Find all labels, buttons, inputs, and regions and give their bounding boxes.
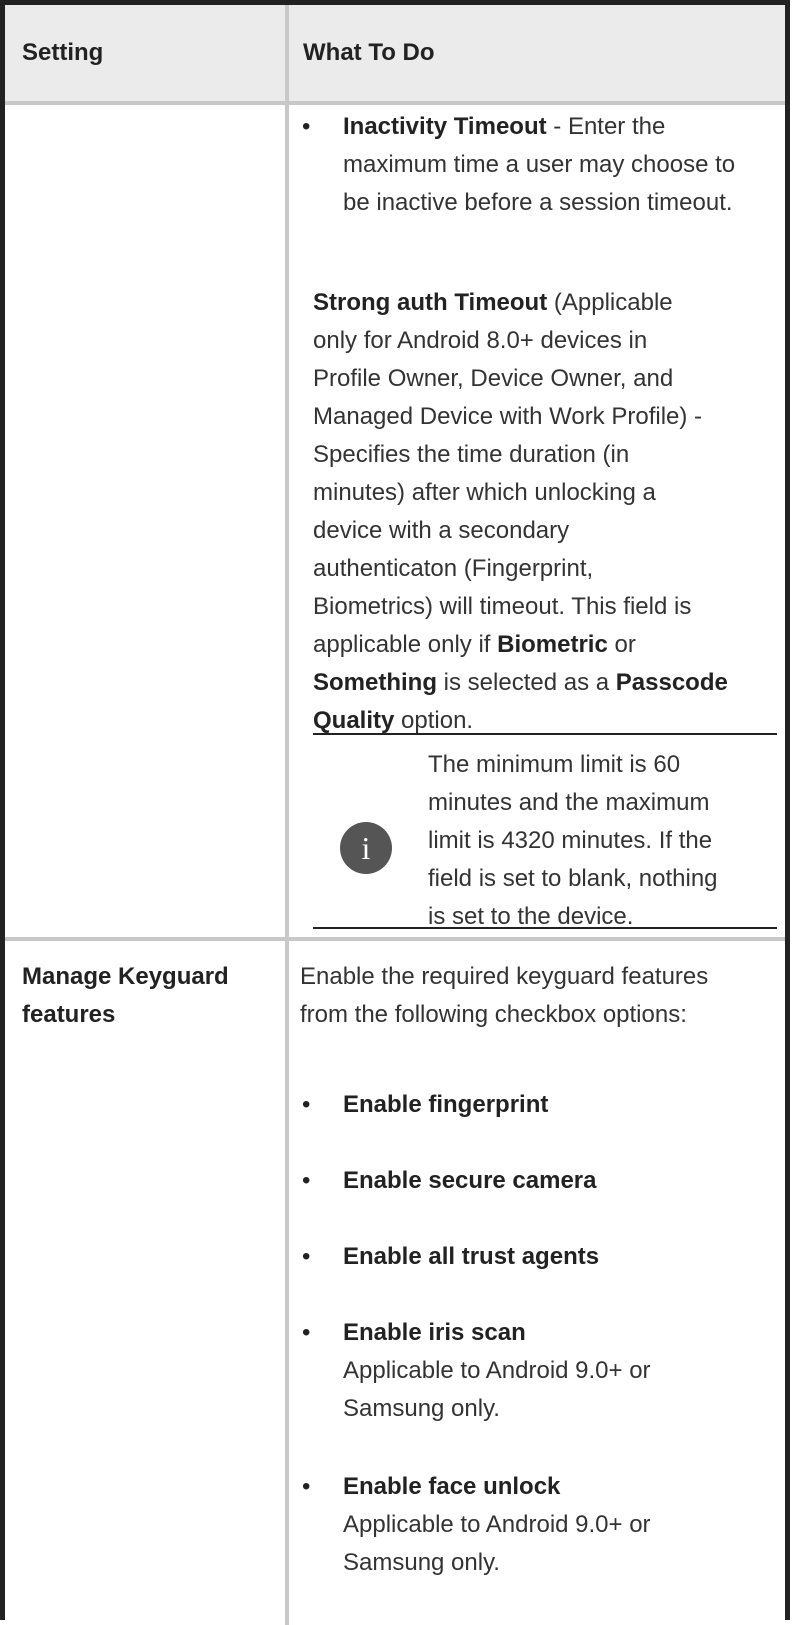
list-item: Enable secure camera xyxy=(343,1167,597,1194)
keyguard-intro: Enable the required keyguard features fr… xyxy=(300,958,708,1034)
inactivity-text: maximum time a user may choose to xyxy=(343,151,736,178)
item-desc: Samsung only. xyxy=(343,1549,500,1576)
quality-term: Quality xyxy=(313,707,395,734)
note-line: field is set to blank, nothing xyxy=(428,865,718,892)
inactivity-text: - Enter the xyxy=(546,113,666,140)
inactivity-text: be inactive before a session timeout. xyxy=(343,189,733,216)
bullet: • xyxy=(302,1167,311,1194)
strong-auth-text: is selected as a xyxy=(437,669,616,696)
row-divider xyxy=(5,937,785,941)
strong-auth-text: only for Android 8.0+ devices in xyxy=(313,327,648,354)
header-setting: Setting xyxy=(22,39,104,66)
table-header: Setting What To Do xyxy=(5,5,785,105)
bullet: • xyxy=(302,1319,311,1346)
item-label: Enable face unlock xyxy=(343,1473,561,1500)
column-divider xyxy=(285,5,289,101)
strong-auth-text: Biometrics) will timeout. This field is xyxy=(313,593,692,620)
strong-auth-text: authenticaton (Fingerprint, xyxy=(313,555,594,582)
strong-auth-text: Profile Owner, Device Owner, and xyxy=(313,365,674,392)
inactivity-timeout-item: Inactivity Timeout - Enter the maximum t… xyxy=(343,108,735,222)
note-text: The minimum limit is 60 minutes and the … xyxy=(428,746,718,936)
strong-auth-text: Managed Device with Work Profile) - xyxy=(313,403,703,430)
setting-manage-keyguard: Manage Keyguard features xyxy=(22,958,229,1034)
bullet: • xyxy=(302,113,311,140)
setting-label: features xyxy=(22,1001,116,1028)
bullet: • xyxy=(302,1473,311,1500)
passcode-term: Passcode xyxy=(615,669,728,696)
intro-line: Enable the required keyguard features xyxy=(300,963,709,990)
note-line: minutes and the maximum xyxy=(428,789,710,816)
strong-auth-timeout-paragraph: Strong auth Timeout (Applicable only for… xyxy=(313,284,728,740)
strong-auth-text: Specifies the time duration (in xyxy=(313,441,630,468)
something-term: Something xyxy=(313,669,437,696)
list-item: Enable fingerprint xyxy=(343,1091,549,1118)
strong-auth-text: applicable only if xyxy=(313,631,498,658)
list-item: Enable all trust agents xyxy=(343,1243,600,1270)
bullet: • xyxy=(302,1243,311,1270)
header-what-to-do: What To Do xyxy=(303,39,435,66)
strong-auth-text: minutes) after which unlocking a xyxy=(313,479,656,506)
info-icon: i xyxy=(340,822,392,874)
list-item: Enable face unlock Applicable to Android… xyxy=(343,1468,651,1582)
column-divider xyxy=(285,105,289,1625)
inactivity-timeout-label: Inactivity Timeout xyxy=(343,113,547,140)
biometric-term: Biometric xyxy=(497,631,608,658)
strong-auth-text: (Applicable xyxy=(547,289,673,316)
note-line: limit is 4320 minutes. If the xyxy=(428,827,713,854)
bullet: • xyxy=(302,1091,311,1118)
item-label: Enable iris scan xyxy=(343,1319,526,1346)
strong-auth-text: option. xyxy=(394,707,474,734)
intro-line: from the following checkbox options: xyxy=(300,1001,687,1028)
strong-auth-text: device with a secondary xyxy=(313,517,570,544)
note-top-rule xyxy=(313,733,777,735)
note-line: is set to the device. xyxy=(428,903,634,930)
item-desc: Samsung only. xyxy=(343,1395,500,1422)
note-line: The minimum limit is 60 xyxy=(428,751,681,778)
strong-auth-label: Strong auth Timeout xyxy=(313,289,548,316)
strong-auth-text: or xyxy=(607,631,636,658)
note-bottom-rule xyxy=(313,927,777,929)
item-desc: Applicable to Android 9.0+ or xyxy=(343,1511,651,1538)
item-desc: Applicable to Android 9.0+ or xyxy=(343,1357,651,1384)
setting-label: Manage Keyguard xyxy=(22,963,229,990)
list-item: Enable iris scan Applicable to Android 9… xyxy=(343,1314,651,1428)
